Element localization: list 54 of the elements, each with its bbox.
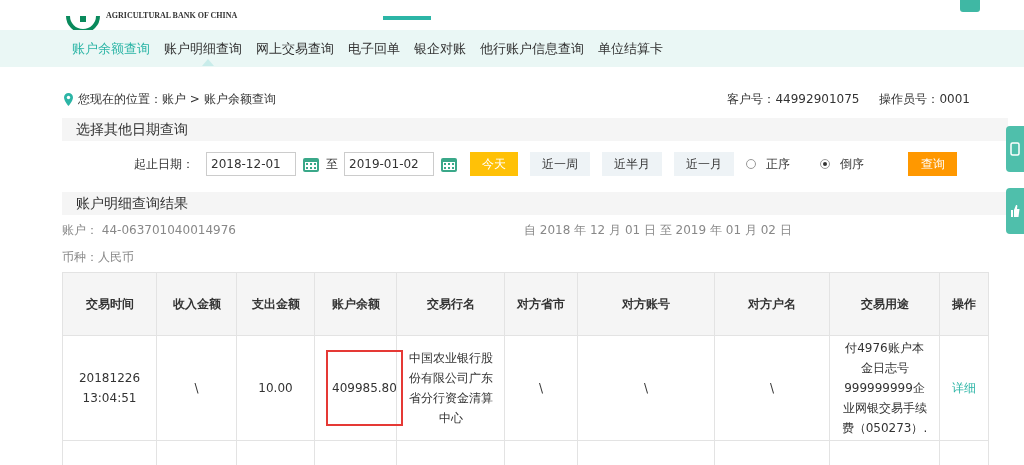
column-header: 对方省市 <box>504 272 578 336</box>
logo-text: AGRICULTURAL BANK OF CHINA <box>106 11 238 22</box>
operator-number: 操作员号：0001 <box>879 90 970 108</box>
end-date-field[interactable]: 2019-01-02 <box>344 152 434 176</box>
section-title: 账户明细查询结果 <box>62 192 1008 215</box>
location-pin-icon <box>64 92 73 106</box>
date-range-text: 自 2018 年 12 月 01 日 至 2019 年 01 月 02 日 <box>524 221 792 239</box>
subnav-tab[interactable]: 电子回单 <box>348 39 400 58</box>
time-cell: 20181226 13:04:51 <box>62 335 157 441</box>
radio-label: 倒序 <box>840 155 864 173</box>
thumbs-up-icon <box>1010 205 1020 217</box>
column-header: 对方账号 <box>577 272 715 336</box>
column-header: 交易用途 <box>829 272 940 336</box>
pointer-icon <box>202 58 214 66</box>
subnav-tab[interactable]: 单位结算卡 <box>598 39 663 58</box>
quick-range-button[interactable]: 近一周 <box>530 152 590 176</box>
calendar-icon[interactable] <box>440 155 458 173</box>
bank-name-cell: 中国农业银行股份有限公司广东省分行资金清算中心 <box>396 335 505 441</box>
column-header: 收入金额 <box>156 272 237 336</box>
account-number: 账户： 44-063701040014976 <box>62 221 237 239</box>
column-header: 交易时间 <box>62 272 157 336</box>
breadcrumb: 您现在的位置：账户 > 账户余额查询 <box>78 90 276 108</box>
counter-name-cell: \ <box>714 335 830 441</box>
header-icon <box>960 0 980 12</box>
quick-range-button[interactable]: 近半月 <box>602 152 662 176</box>
date-separator: 至 <box>326 155 338 173</box>
quick-range-button[interactable]: 近一月 <box>674 152 734 176</box>
income-cell: \ <box>156 335 237 441</box>
column-header: 对方户名 <box>714 272 830 336</box>
nav-underline <box>383 16 431 20</box>
date-label: 起止日期： <box>134 155 194 173</box>
purpose-cell: 付4976账户本金日志号999999999企业网银交易手续费（050273）. <box>829 335 940 441</box>
currency-text: 币种：人民币 <box>62 248 134 266</box>
column-header: 支出金额 <box>236 272 315 336</box>
calendar-icon[interactable] <box>302 155 320 173</box>
column-header: 操作 <box>939 272 989 336</box>
column-header: 账户余额 <box>314 272 397 336</box>
balance-cell: 409985.80 <box>326 350 403 426</box>
expense-cell: 10.00 <box>236 335 315 441</box>
subnav-tab[interactable]: 银企对账 <box>414 39 466 58</box>
section-title: 选择其他日期查询 <box>62 118 1008 141</box>
customer-number: 客户号：44992901075 <box>727 90 860 108</box>
column-header: 交易行名 <box>396 272 505 336</box>
counter-account-cell: \ <box>577 335 715 441</box>
start-date-field[interactable]: 2018-12-01 <box>206 152 296 176</box>
phone-icon <box>1010 142 1020 156</box>
subnav-tab[interactable]: 账户明细查询 <box>164 39 242 58</box>
radio-label: 正序 <box>766 155 790 173</box>
province-cell: \ <box>504 335 578 441</box>
subnav-tab[interactable]: 他行账户信息查询 <box>480 39 584 58</box>
subnav-tab[interactable]: 网上交易查询 <box>256 39 334 58</box>
side-phone-button[interactable] <box>1006 126 1024 172</box>
bank-logo-icon <box>66 16 100 30</box>
side-thumb-button[interactable] <box>1006 188 1024 234</box>
